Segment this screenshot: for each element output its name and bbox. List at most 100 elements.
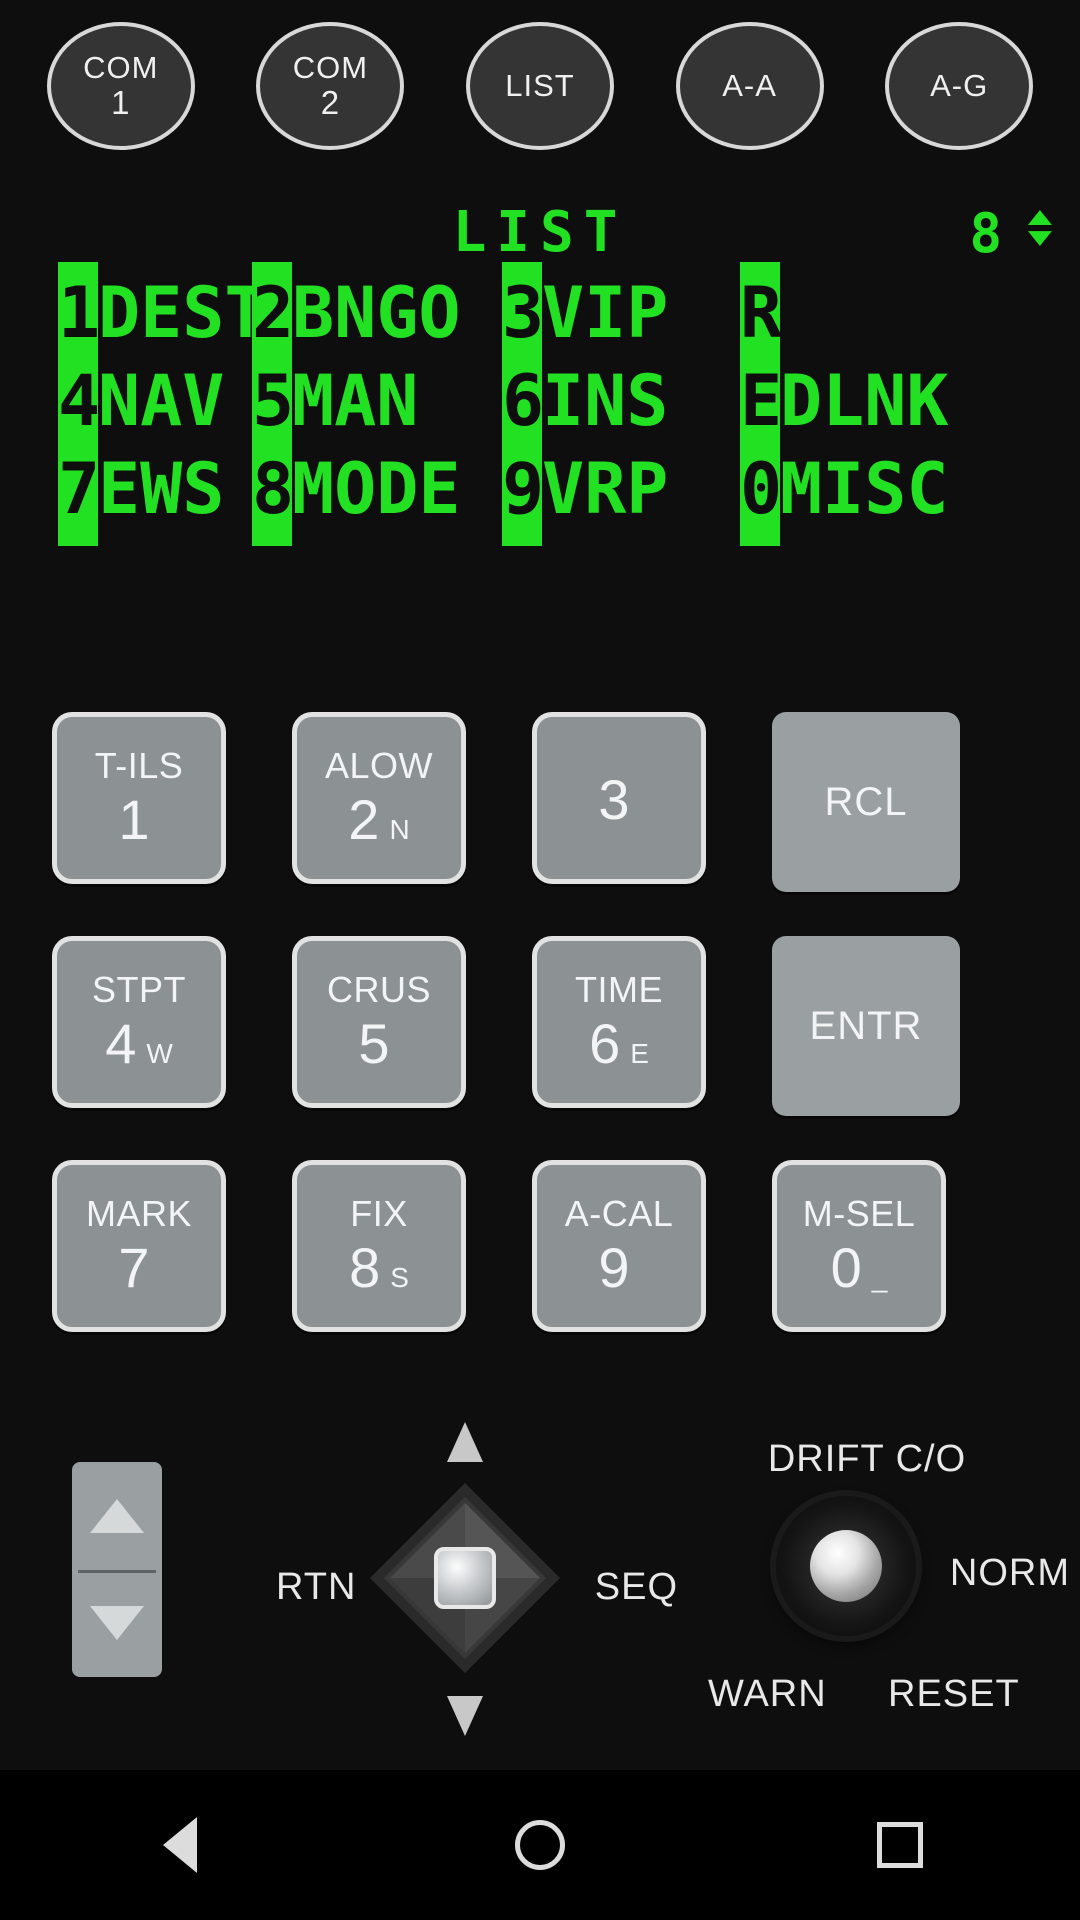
button-a-a-line1: A-A: [722, 68, 777, 104]
key-3-number: 3: [598, 768, 630, 831]
display-item-dlnk[interactable]: E DLNK: [740, 350, 1040, 458]
keypad: T-ILS 1 ALOW 2 N 3 RCL STPT 4 W CRUS 5 T…: [0, 712, 1080, 1332]
display-item-dest-label: DEST: [98, 272, 267, 354]
key-9-acal-top-label: A-CAL: [564, 1193, 674, 1234]
increment-decrement-rocker[interactable]: [72, 1462, 162, 1677]
key-8-fix-sub: S: [390, 1262, 409, 1293]
display-menu-grid: 1 DEST 2 BNGO 3 VIP R 4 NAV 5 MAN 6 INS …: [0, 262, 1080, 546]
hat-center-button[interactable]: [434, 1547, 496, 1609]
nav-back-button[interactable]: [152, 1817, 208, 1873]
button-com-2-line1: COM: [292, 50, 369, 86]
key-0-msel-number: 0: [830, 1236, 862, 1299]
hat-down-arrow-icon[interactable]: [447, 1696, 483, 1736]
key-0-msel-top-label: M-SEL: [802, 1193, 916, 1234]
display-scroll-indicator-icon[interactable]: ▲ ▼: [1028, 204, 1052, 249]
display-item-nav-label: NAV: [98, 360, 225, 442]
display-item-vrp-label: VRP: [542, 448, 669, 530]
key-rcl-label: RCL: [824, 780, 908, 824]
button-com-2-line2: 2: [320, 83, 341, 121]
keypad-slot: RCL: [772, 712, 1028, 892]
keypad-slot: ENTR: [772, 936, 1028, 1116]
key-3[interactable]: 3: [532, 712, 706, 884]
keypad-slot: FIX 8 S: [292, 1160, 532, 1332]
key-5-crus[interactable]: CRUS 5: [292, 936, 466, 1108]
display-title: LIST: [452, 200, 628, 265]
button-a-g[interactable]: A-G: [885, 22, 1034, 150]
drift-cutout-switch-group: DRIFT C/O NORM WARN RESET: [702, 1420, 1069, 1720]
button-list[interactable]: LIST: [465, 22, 614, 150]
display-row: 1 DEST 2 BNGO 3 VIP R: [0, 262, 1080, 370]
display-row: 7 EWS 8 MODE 9 VRP 0 MISC: [0, 438, 1080, 546]
button-list-line1: LIST: [505, 68, 575, 104]
key-9-acal-numline: 9: [598, 1240, 639, 1296]
key-1-tils-top-label: T-ILS: [94, 745, 184, 786]
display-item-dest[interactable]: 1 DEST: [0, 262, 267, 370]
hat-up-arrow-icon[interactable]: [447, 1422, 483, 1462]
display-item-ews-key: 7: [58, 438, 100, 546]
display-item-bngo-label: BNGO: [292, 272, 461, 354]
ufc-panel: COM 1 COM 2 LIST A-A A-G LIST 8 ▲ ▼ 1 DE…: [0, 0, 1080, 1920]
key-5-crus-numline: 5: [358, 1016, 399, 1072]
key-3-numline: 3: [598, 772, 639, 828]
drift-rotary-knob[interactable]: [776, 1496, 916, 1636]
key-4-stpt[interactable]: STPT 4 W: [52, 936, 226, 1108]
button-com-2[interactable]: COM 2: [256, 22, 405, 150]
key-2-alow-top-label: ALOW: [324, 745, 433, 786]
key-entr-label: ENTR: [809, 1004, 923, 1048]
key-entr[interactable]: ENTR: [772, 936, 960, 1116]
display-item-vrp[interactable]: 9 VRP: [502, 438, 740, 546]
key-9-acal[interactable]: A-CAL 9: [532, 1160, 706, 1332]
key-2-alow[interactable]: ALOW 2 N: [292, 712, 466, 884]
display-item-man[interactable]: 5 MAN: [252, 350, 502, 458]
key-6-time-top-label: TIME: [575, 969, 663, 1010]
rocker-down-arrow-icon[interactable]: [90, 1606, 144, 1641]
bottom-controls: RTN SEQ DRIFT C/O NORM WARN RESET: [0, 1420, 1080, 1750]
key-6-time-sub: E: [630, 1038, 649, 1069]
key-5-crus-number: 5: [358, 1012, 390, 1075]
display-item-ews[interactable]: 7 EWS: [0, 438, 252, 546]
display-item-r[interactable]: R: [740, 262, 1040, 370]
display-page-number: 8: [969, 202, 1002, 265]
nav-home-button[interactable]: [512, 1817, 568, 1873]
display-item-misc-label: MISC: [780, 448, 949, 530]
keypad-slot: M-SEL 0 _: [772, 1160, 1028, 1332]
drift-reset-label: RESET: [888, 1673, 1020, 1715]
four-way-hat-switch[interactable]: RTN SEQ: [276, 1422, 677, 1736]
display-row: 4 NAV 5 MAN 6 INS E DLNK: [0, 350, 1080, 458]
key-7-mark[interactable]: MARK 7: [52, 1160, 226, 1332]
key-0-msel[interactable]: M-SEL 0 _: [772, 1160, 946, 1332]
display-item-mode[interactable]: 8 MODE: [252, 438, 502, 546]
display-item-man-label: MAN: [292, 360, 419, 442]
key-2-alow-sub: N: [389, 814, 410, 845]
keypad-slot: CRUS 5: [292, 936, 532, 1108]
display-item-nav[interactable]: 4 NAV: [0, 350, 252, 458]
rocker-divider: [78, 1569, 156, 1573]
key-1-tils[interactable]: T-ILS 1: [52, 712, 226, 884]
display-item-misc[interactable]: 0 MISC: [740, 438, 1040, 546]
display-item-vip-label: VIP: [542, 272, 669, 354]
top-button-row: COM 1 COM 2 LIST A-A A-G: [0, 22, 1080, 150]
button-a-a[interactable]: A-A: [675, 22, 824, 150]
key-rcl[interactable]: RCL: [772, 712, 960, 892]
keypad-row-1: T-ILS 1 ALOW 2 N 3 RCL: [52, 712, 1028, 892]
key-7-mark-top-label: MARK: [85, 1193, 192, 1234]
keypad-slot: T-ILS 1: [52, 712, 292, 884]
key-8-fix-numline: 8 S: [349, 1240, 409, 1296]
key-4-stpt-top-label: STPT: [91, 969, 186, 1010]
button-com-1[interactable]: COM 1: [46, 22, 195, 150]
hat-right-label: SEQ: [594, 1566, 678, 1608]
key-7-mark-number: 7: [118, 1236, 150, 1299]
display-item-bngo[interactable]: 2 BNGO: [252, 262, 502, 370]
button-com-1-line1: COM: [83, 50, 159, 86]
drift-top-label: DRIFT C/O: [767, 1438, 967, 1480]
key-6-time[interactable]: TIME 6 E: [532, 936, 706, 1108]
display-item-vip[interactable]: 3 VIP: [502, 262, 740, 370]
key-2-alow-number: 2: [348, 788, 380, 851]
nav-recents-button[interactable]: [872, 1817, 928, 1873]
recents-square-icon: [877, 1822, 923, 1868]
display-item-ins[interactable]: 6 INS: [502, 350, 740, 458]
rocker-up-arrow-icon[interactable]: [90, 1498, 144, 1533]
key-8-fix[interactable]: FIX 8 S: [292, 1160, 466, 1332]
back-triangle-icon: [163, 1817, 197, 1873]
button-a-g-line1: A-G: [930, 68, 989, 104]
